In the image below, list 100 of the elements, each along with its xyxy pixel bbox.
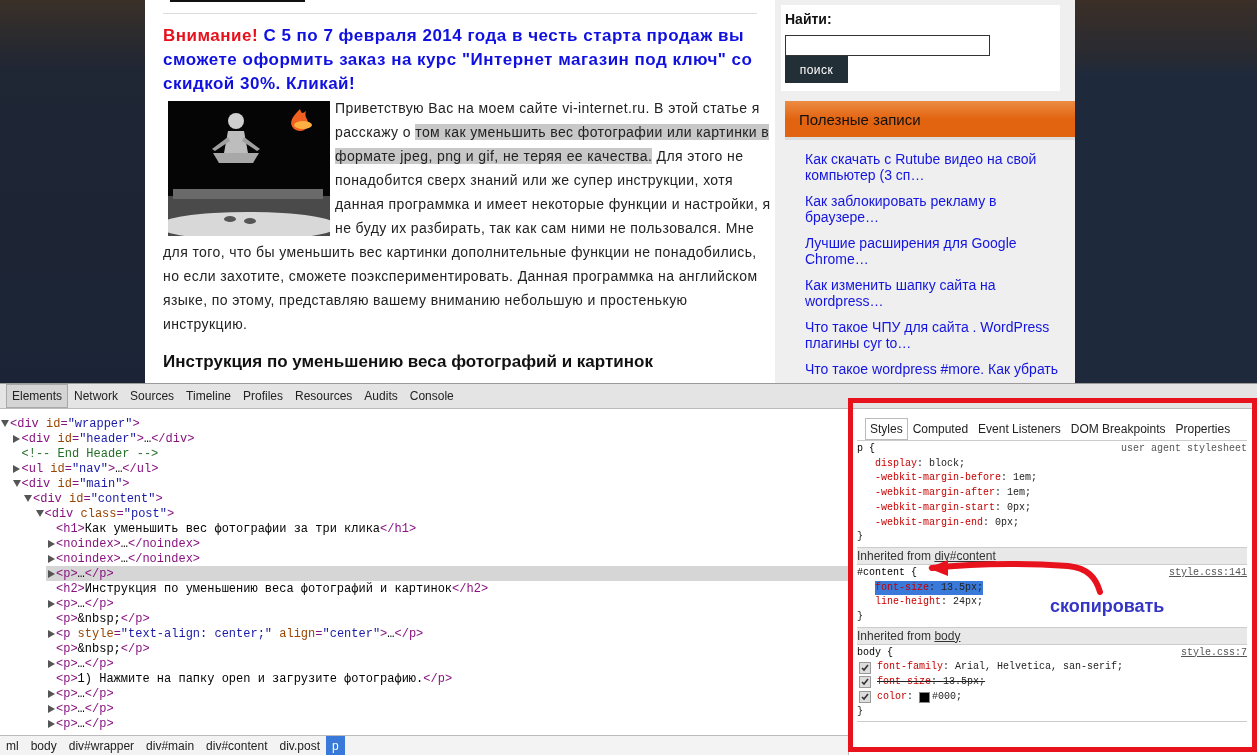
breadcrumb[interactable]: div#wrapper: [62, 736, 141, 755]
devtools-tab[interactable]: Profiles: [237, 384, 289, 408]
dom-node[interactable]: <!-- End Header -->: [11, 446, 848, 461]
breadcrumb[interactable]: div#content: [200, 736, 274, 755]
color-swatch[interactable]: [919, 691, 931, 703]
dom-node-markup: <p>…</p>: [56, 686, 114, 701]
collapsed-triangle-icon[interactable]: [47, 704, 55, 713]
dom-node[interactable]: <h2>Инструкция по уменьшению веса фотографий и картинок</h2>: [46, 581, 848, 596]
collapsed-triangle-icon[interactable]: [13, 464, 20, 473]
dom-node[interactable]: <p>1) Нажмите на папку open и загрузите фотографию.</p>: [46, 671, 848, 686]
breadcrumb[interactable]: div#main: [140, 736, 201, 755]
collapsed-triangle-icon[interactable]: [47, 719, 55, 728]
source-link[interactable]: style.css:7: [1181, 645, 1247, 661]
expanded-triangle-icon[interactable]: [12, 480, 21, 487]
closing-brace: }: [857, 704, 863, 719]
dom-node-markup: <p>…</p>: [56, 596, 114, 611]
css-property[interactable]: line-height: 24px;: [875, 595, 984, 611]
source-link[interactable]: style.css:141: [1169, 565, 1247, 581]
collapsed-triangle-icon[interactable]: [47, 539, 55, 548]
dom-node-markup: <ul id="nav">…</ul>: [21, 461, 159, 476]
search-field[interactable]: [785, 35, 990, 56]
dom-node[interactable]: <div id="wrapper">: [0, 416, 848, 431]
property-checkbox[interactable]: [859, 691, 871, 704]
breadcrumb[interactable]: p: [325, 736, 345, 755]
dom-node[interactable]: <p>…</p>: [46, 716, 848, 731]
css-selector: p {: [857, 442, 875, 456]
styles-tab[interactable]: Computed: [907, 418, 974, 440]
collapsed-triangle-icon[interactable]: [47, 659, 55, 668]
dom-node[interactable]: <p style="text-align: center;" align="center">…</p>: [46, 626, 848, 641]
post-link[interactable]: Лучшие расширения для Google Chrome…: [805, 235, 1067, 267]
post-link[interactable]: Как заблокировать рекламу в браузере…: [805, 193, 1067, 225]
post-link[interactable]: Как изменить шапку сайта на wordpress…: [805, 277, 1067, 309]
dom-node[interactable]: <p>&nbsp;</p>: [46, 641, 848, 656]
dom-node[interactable]: <div id="main">: [11, 476, 848, 491]
dom-node[interactable]: <p>…</p>: [46, 686, 848, 701]
breadcrumb[interactable]: div.post: [273, 736, 326, 755]
styles-tab[interactable]: Styles: [865, 418, 908, 440]
inherited-label: Inherited from: [857, 548, 932, 563]
collapsed-triangle-icon[interactable]: [13, 434, 20, 443]
dom-node-markup: <p style="text-align: center;" align="center">…</p>: [56, 626, 424, 641]
styles-tab[interactable]: Event Listeners: [973, 418, 1066, 440]
devtools-tab[interactable]: Sources: [124, 384, 181, 408]
devtools-tab[interactable]: Audits: [358, 384, 404, 408]
property-checkbox[interactable]: [859, 661, 871, 674]
devtools-tab[interactable]: Elements: [6, 384, 69, 408]
devtools-tab[interactable]: Timeline: [180, 384, 237, 408]
dom-node[interactable]: <noindex>…</noindex>: [46, 551, 848, 566]
collapsed-triangle-icon[interactable]: [47, 554, 55, 563]
dom-node-markup: <p>1) Нажмите на папку open и загрузите фотографию.</p>: [56, 671, 453, 686]
css-property[interactable]: font-size: 13.5px;: [875, 580, 984, 596]
dom-node[interactable]: <noindex>…</noindex>: [46, 536, 848, 551]
announcement-link[interactable]: Внимание! С 5 по 7 февраля 2014 года в честь старта продаж вы сможете оформить заказ на курс "Интернет магазин под ключ" со скидкой 30%. Кликай!: [163, 24, 775, 96]
selected-dom-node[interactable]: <p>…</p>: [46, 566, 848, 581]
css-property[interactable]: -webkit-margin-after: 1em;: [875, 486, 1032, 501]
collapsed-triangle-icon[interactable]: [47, 569, 55, 578]
post-link[interactable]: Что такое wordpress #more. Как убрать: [805, 361, 1067, 377]
dom-node[interactable]: <p>…</p>: [46, 701, 848, 716]
expanded-triangle-icon[interactable]: [35, 510, 44, 517]
css-property[interactable]: font-size: 13.5px;: [877, 675, 986, 690]
expanded-triangle-icon[interactable]: [1, 420, 9, 427]
collapsed-triangle-icon[interactable]: [47, 629, 55, 638]
dom-node-markup: <noindex>…</noindex>: [56, 536, 201, 551]
devtools-tab[interactable]: Resources: [289, 384, 359, 408]
dom-node[interactable]: <p>…</p>: [46, 656, 848, 671]
inherited-label: Inherited from: [857, 628, 932, 643]
css-property[interactable]: font-family: Arial, Helvetica, san-serif;: [877, 660, 1124, 676]
expanded-triangle-icon[interactable]: [24, 495, 32, 502]
dom-node-markup: <div class="post">: [44, 506, 175, 521]
devtools-tab[interactable]: Network: [68, 384, 125, 408]
css-property[interactable]: -webkit-margin-end: 0px;: [875, 515, 1020, 531]
dom-node[interactable]: <div class="post">: [34, 506, 848, 521]
dom-node-markup: <p>&nbsp;</p>: [56, 641, 150, 656]
search-button[interactable]: поиск: [785, 56, 848, 83]
dom-node[interactable]: <p>&nbsp;</p>: [46, 611, 848, 626]
breadcrumb[interactable]: body: [24, 736, 63, 755]
css-property[interactable]: -webkit-margin-before: 1em;: [875, 471, 1038, 487]
post-link[interactable]: Что такое ЧПУ для сайта . WordPress плагины cyr to…: [805, 319, 1067, 351]
dom-node-markup: <!-- End Header -->: [21, 446, 159, 461]
annotation-text: скопировать: [1050, 596, 1165, 617]
dom-node[interactable]: <div id="content">: [23, 491, 848, 506]
dom-node-markup: <p>…</p>: [56, 716, 114, 731]
css-property[interactable]: -webkit-margin-start: 0px;: [875, 500, 1032, 516]
devtools-tab[interactable]: Console: [403, 384, 460, 408]
property-checkbox[interactable]: [859, 676, 871, 689]
styles-tab[interactable]: DOM Breakpoints: [1065, 418, 1171, 440]
css-selector: #content {: [857, 565, 917, 580]
collapsed-triangle-icon[interactable]: [47, 689, 55, 698]
dom-node[interactable]: <p>…</p>: [46, 596, 848, 611]
css-property[interactable]: display: block;: [875, 456, 966, 472]
dom-node[interactable]: <ul id="nav">…</ul>: [11, 461, 848, 476]
article-heading: Инструкция по уменьшению веса фотографий и картинок: [163, 351, 654, 373]
styles-tab[interactable]: Properties: [1170, 418, 1236, 440]
post-link[interactable]: Как скачать с Rutube видео на свой компьютер (3 сп…: [805, 151, 1067, 183]
collapsed-triangle-icon[interactable]: [47, 599, 55, 608]
dom-node[interactable]: <div id="header">…</div>: [11, 431, 848, 446]
inherited-link[interactable]: div#content: [934, 548, 996, 563]
inherited-link[interactable]: body: [934, 628, 961, 643]
breadcrumb[interactable]: ml: [0, 736, 25, 755]
css-property[interactable]: color: #000;: [877, 689, 963, 705]
dom-node[interactable]: <h1>Как уменьшить вес фотографии за три клика</h1>: [46, 521, 848, 536]
